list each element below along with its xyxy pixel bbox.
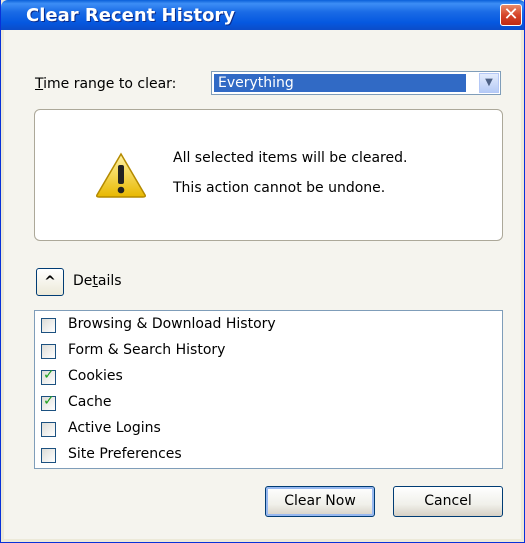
warning-line-2: This action cannot be undone.: [173, 180, 386, 196]
warning-line-1: All selected items will be cleared.: [173, 150, 408, 166]
clear-now-button[interactable]: Clear Now: [265, 486, 375, 517]
clear-history-dialog: Clear Recent History ✕ Time range to cle…: [0, 0, 525, 543]
time-range-select[interactable]: Everything ▼: [211, 71, 501, 95]
window-title: Clear Recent History: [26, 5, 236, 26]
checkbox-site-preferences[interactable]: [41, 448, 56, 463]
item-label: Cookies: [68, 368, 123, 384]
time-range-accel: T: [35, 76, 44, 92]
item-label: Active Logins: [68, 420, 161, 436]
checkbox-cookies[interactable]: ✓: [41, 367, 56, 385]
close-button[interactable]: ✕: [500, 4, 522, 26]
warning-icon: [96, 152, 146, 198]
title-bar[interactable]: Clear Recent History ✕: [1, 0, 524, 30]
warning-panel: All selected items will be cleared. This…: [34, 109, 503, 241]
item-label: Site Preferences: [68, 446, 182, 462]
details-label-rest: ails: [97, 273, 122, 289]
checkmark-icon: ✓: [43, 367, 55, 383]
chevron-down-icon[interactable]: ▼: [479, 73, 499, 93]
close-icon: ✕: [503, 4, 519, 25]
cancel-button[interactable]: Cancel: [393, 486, 503, 517]
checkbox-browsing-download[interactable]: [41, 318, 56, 333]
chevron-up-icon: ^: [44, 274, 56, 290]
time-range-value: Everything: [214, 74, 466, 92]
item-label: Form & Search History: [68, 342, 226, 358]
time-range-label: Time range to clear:: [35, 76, 176, 92]
checkmark-icon: ✓: [43, 393, 55, 409]
details-toggle-button[interactable]: ^: [36, 268, 64, 296]
details-label: Details: [73, 273, 122, 289]
checkbox-form-search[interactable]: [41, 344, 56, 359]
history-items-list: Browsing & Download History Form & Searc…: [34, 310, 503, 469]
details-label-prefix: De: [73, 273, 93, 289]
item-label: Browsing & Download History: [68, 316, 276, 332]
checkbox-cache[interactable]: ✓: [41, 393, 56, 411]
checkbox-active-logins[interactable]: [41, 422, 56, 437]
item-label: Cache: [68, 394, 112, 410]
time-range-label-rest: ime range to clear:: [43, 76, 177, 92]
